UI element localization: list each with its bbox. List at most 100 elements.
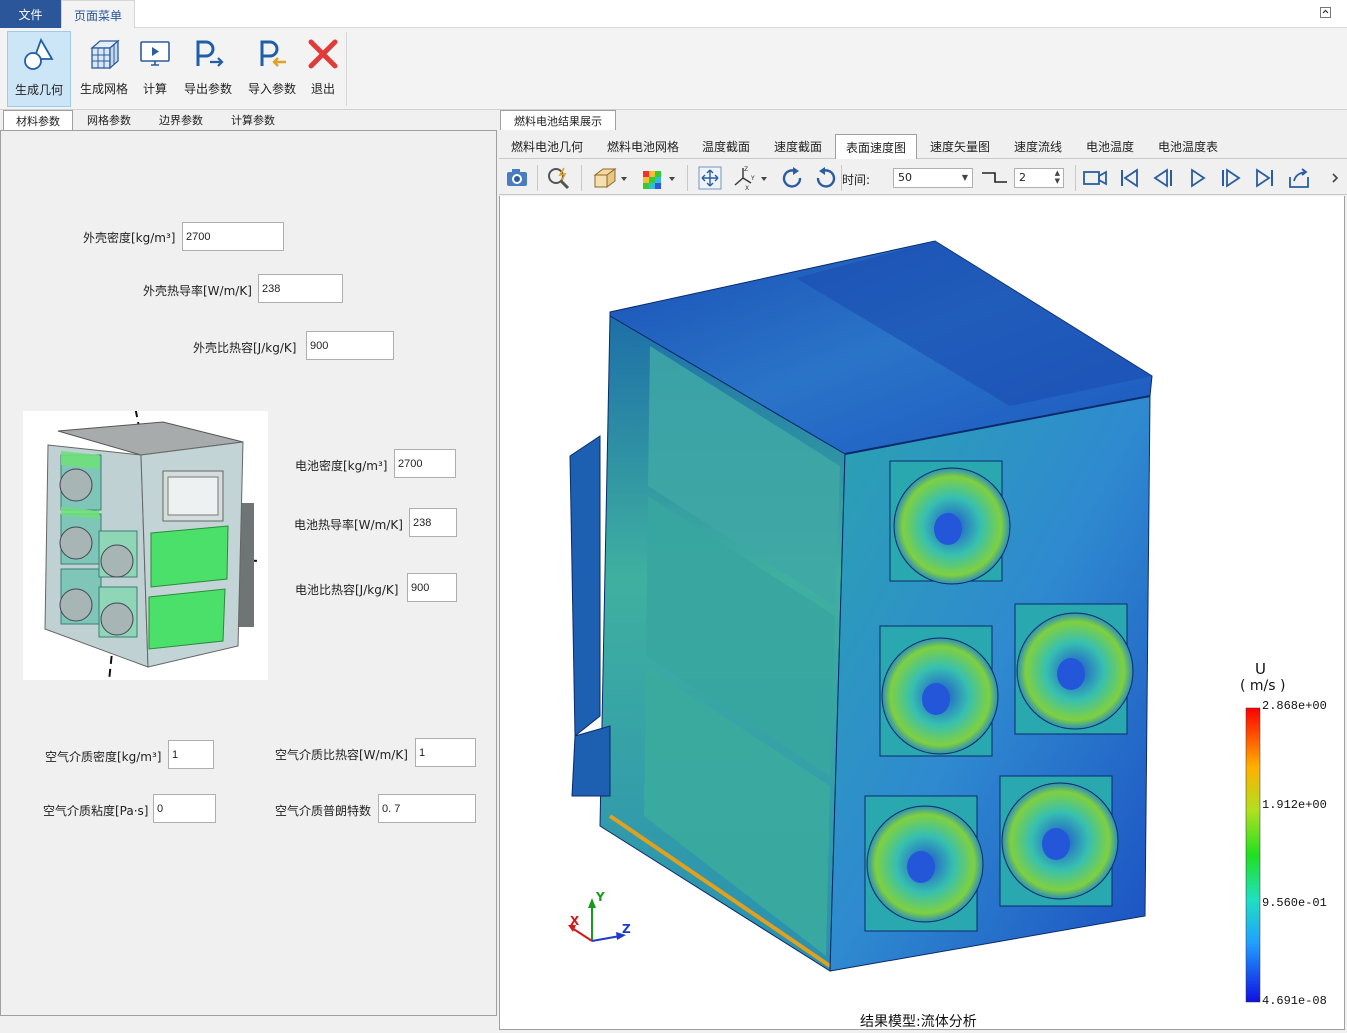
toolbar-overflow-icon[interactable] (1325, 165, 1343, 191)
tab-surface-velocity[interactable]: 表面速度图 (835, 134, 917, 159)
import-params-button[interactable]: 导入参数 (244, 31, 300, 107)
tab-velocity-vector[interactable]: 速度矢量图 (923, 134, 997, 159)
step-spinbox[interactable]: 2 ▲ ▼ (1014, 168, 1064, 188)
axis-y-label: Y (596, 890, 605, 904)
shell-heat-capacity-label: 外壳比热容[J/kg/K] (193, 341, 297, 355)
toolbar-separator (581, 165, 582, 191)
battery-conductivity-label: 电池热导率[W/m/K] (294, 518, 403, 532)
battery-heat-capacity-label: 电池比热容[J/kg/K] (295, 583, 399, 597)
tab-compute-params[interactable]: 计算参数 (220, 110, 286, 130)
left-status-strip (0, 1016, 498, 1032)
last-frame-icon[interactable] (1252, 165, 1278, 191)
axis-z-label: Z (622, 922, 631, 936)
generate-geometry-button[interactable]: 生成几何 (7, 31, 71, 107)
spin-arrows-icon[interactable]: ▲ ▼ (1055, 169, 1060, 185)
axis-x-label: X (570, 914, 580, 928)
geometry-icon (24, 37, 54, 70)
air-prandtl-label: 空气介质普朗特数 (275, 804, 372, 818)
compute-icon (140, 41, 170, 66)
file-menu[interactable]: 文件 (0, 0, 61, 28)
viewer-toolbar: Z Y X 时间: 50 ▼ 2 ▲ ▼ (499, 160, 1347, 195)
legend-mid-high: 1.912e+00 (1262, 798, 1327, 812)
time-select-value: 50 (898, 171, 912, 184)
color-map-icon[interactable] (639, 165, 679, 191)
air-prandtl-input[interactable] (378, 794, 476, 823)
tab-velocity-section[interactable]: 速度截面 (767, 134, 829, 159)
generate-mesh-button[interactable]: 生成网格 (75, 31, 133, 107)
step-icon (982, 172, 1007, 183)
ribbon-divider (346, 32, 347, 106)
export-frame-icon[interactable] (1286, 165, 1312, 191)
toolbar-separator (687, 165, 688, 191)
step-spinbox-value: 2 (1019, 171, 1026, 184)
result-3d-viewport[interactable] (499, 196, 1345, 1030)
legend-variable: U (1255, 660, 1266, 678)
axes-orientation-icon[interactable]: Z Y X (731, 165, 771, 191)
air-viscosity-label: 空气介质粘度[Pa·s] (43, 804, 149, 818)
screenshot-icon[interactable] (504, 165, 530, 191)
legend-unit: ( m/s ) (1240, 678, 1286, 694)
results-display-tab[interactable]: 燃料电池结果展示 (500, 110, 616, 130)
exit-button[interactable]: 退出 (306, 31, 340, 107)
mesh-icon (90, 39, 120, 70)
svg-text:Z: Z (744, 166, 748, 173)
air-density-input[interactable] (168, 740, 214, 769)
shell-heat-capacity-input[interactable] (306, 331, 394, 360)
air-density-label: 空气介质密度[kg/m³] (45, 750, 162, 764)
battery-heat-capacity-input[interactable] (407, 573, 457, 602)
air-viscosity-input[interactable] (153, 794, 216, 823)
compute-button[interactable]: 计算 (139, 31, 171, 107)
air-heat-capacity-label: 空气介质比热容[W/m/K] (275, 748, 408, 762)
display-mode-icon[interactable] (591, 165, 631, 191)
fit-view-icon[interactable] (697, 165, 723, 191)
tab-battery-temperature[interactable]: 电池温度 (1079, 134, 1141, 159)
toolbar-separator (537, 165, 538, 191)
time-select[interactable]: 50 ▼ (893, 168, 973, 188)
param-tabs: 材料参数 网格参数 边界参数 计算参数 (0, 110, 497, 130)
battery-density-input[interactable] (394, 449, 456, 478)
exit-icon (308, 39, 338, 69)
tab-boundary-params[interactable]: 边界参数 (148, 110, 214, 130)
tab-fuel-cell-mesh[interactable]: 燃料电池网格 (599, 134, 687, 159)
export-params-button[interactable]: 导出参数 (180, 31, 236, 107)
tab-mesh-params[interactable]: 网格参数 (76, 110, 142, 130)
surface-velocity-render (568, 240, 1261, 1003)
tab-material-params[interactable]: 材料参数 (3, 110, 73, 130)
play-icon[interactable] (1184, 165, 1210, 191)
collapse-ribbon-icon[interactable] (1320, 7, 1331, 18)
ribbon: 生成几何 生成网格 计算 导出参数 导入参数 退出 (0, 28, 1347, 110)
legend-min: 4.691e-08 (1262, 994, 1327, 1008)
svg-text:Y: Y (750, 175, 755, 182)
results-tabs: 燃料电池几何 燃料电池网格 温度截面 速度截面 表面速度图 速度矢量图 速度流线… (499, 131, 1347, 159)
page-menu-tab[interactable]: 页面菜单 (61, 0, 135, 29)
rotate-right-icon[interactable] (813, 165, 839, 191)
tab-battery-temperature-table[interactable]: 电池温度表 (1151, 134, 1225, 159)
battery-conductivity-input[interactable] (409, 508, 457, 537)
air-heat-capacity-input[interactable] (415, 738, 476, 767)
geometry-preview-image (23, 370, 268, 682)
previous-frame-icon[interactable] (1150, 165, 1176, 191)
next-frame-icon[interactable] (1218, 165, 1244, 191)
tab-velocity-streamline[interactable]: 速度流线 (1007, 134, 1069, 159)
shell-density-label: 外壳密度[kg/m³] (83, 231, 176, 245)
battery-density-label: 电池密度[kg/m³] (295, 459, 388, 473)
zoom-fit-icon[interactable] (546, 165, 572, 191)
time-label: 时间: (842, 173, 871, 187)
tab-fuel-cell-geometry[interactable]: 燃料电池几何 (503, 134, 591, 159)
import-params-icon (260, 40, 286, 67)
record-video-icon[interactable] (1082, 165, 1108, 191)
shell-density-input[interactable] (182, 222, 284, 251)
legend-mid-low: 9.560e-01 (1262, 896, 1327, 910)
chevron-down-icon: ▼ (961, 173, 968, 182)
shell-conductivity-input[interactable] (258, 274, 343, 303)
legend-max: 2.868e+00 (1262, 699, 1327, 713)
export-params-icon (196, 40, 224, 67)
rotate-left-icon[interactable] (779, 165, 805, 191)
first-frame-icon[interactable] (1116, 165, 1142, 191)
tab-temperature-section[interactable]: 温度截面 (695, 134, 757, 159)
menu-bar: 文件 页面菜单 (0, 0, 1347, 29)
result-model-status: 结果模型:流体分析 (860, 1014, 977, 1030)
shell-conductivity-label: 外壳热导率[W/m/K] (143, 284, 252, 298)
battery-cabinet-illustration (44, 370, 260, 682)
svg-text:X: X (745, 185, 749, 191)
